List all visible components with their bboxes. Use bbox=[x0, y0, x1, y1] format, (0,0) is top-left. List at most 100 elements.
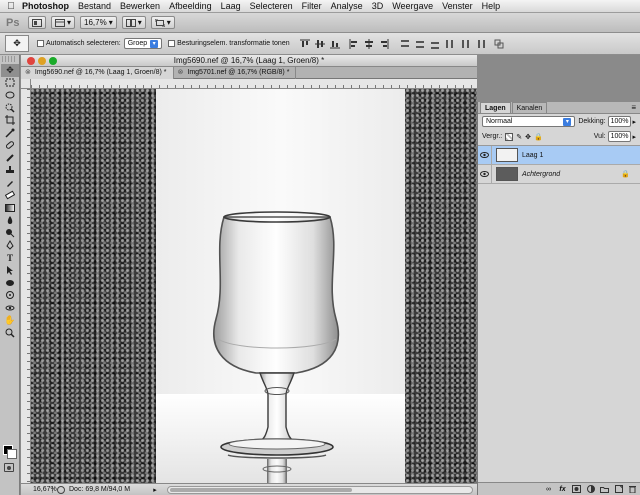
blend-mode-select[interactable]: Normaal ▾ bbox=[482, 116, 576, 127]
fill-slider-arrow-icon[interactable]: ▸ bbox=[632, 133, 636, 141]
auto-align-icon[interactable] bbox=[493, 38, 505, 50]
transform-controls-checkbox[interactable] bbox=[168, 40, 176, 47]
pen-tool-icon[interactable] bbox=[1, 239, 19, 252]
crop-tool-icon[interactable] bbox=[1, 114, 19, 127]
layer-row-laag-1[interactable]: Laag 1 bbox=[478, 145, 640, 165]
layer-name[interactable]: Achtergrond bbox=[522, 171, 560, 178]
menu-bestand[interactable]: Bestand bbox=[78, 1, 111, 11]
view-extras-button[interactable]: ▾ bbox=[51, 16, 76, 29]
new-group-icon[interactable] bbox=[600, 485, 609, 494]
layer-row-achtergrond[interactable]: Achtergrond 🔒 bbox=[478, 164, 640, 184]
distribute-hcenter-icon[interactable] bbox=[459, 38, 471, 50]
status-zoom-field[interactable]: 16,67% bbox=[21, 486, 57, 493]
minimize-window-icon[interactable] bbox=[38, 57, 46, 65]
zoom-window-icon[interactable] bbox=[49, 57, 57, 65]
distribute-right-icon[interactable] bbox=[474, 38, 486, 50]
history-brush-tool-icon[interactable] bbox=[1, 177, 19, 190]
horizontal-scrollbar[interactable] bbox=[167, 485, 473, 494]
menu-bewerken[interactable]: Bewerken bbox=[120, 1, 160, 11]
align-left-icon[interactable] bbox=[348, 38, 360, 50]
path-selection-tool-icon[interactable] bbox=[1, 264, 19, 277]
menu-app[interactable]: Photoshop bbox=[22, 1, 69, 11]
distribute-top-icon[interactable] bbox=[399, 38, 411, 50]
distribute-vcenter-icon[interactable] bbox=[414, 38, 426, 50]
3d-rotate-tool-icon[interactable] bbox=[1, 289, 19, 302]
layer-mask-icon[interactable] bbox=[572, 485, 581, 494]
menu-analyse[interactable]: Analyse bbox=[331, 1, 363, 11]
apple-icon[interactable]:  bbox=[0, 1, 22, 12]
menu-venster[interactable]: Venster bbox=[442, 1, 473, 11]
zoom-tool-icon[interactable] bbox=[1, 327, 19, 340]
scrollbar-thumb[interactable] bbox=[170, 487, 353, 492]
brush-tool-icon[interactable] bbox=[1, 152, 19, 165]
menu-afbeelding[interactable]: Afbeelding bbox=[169, 1, 212, 11]
adjustment-layer-icon[interactable] bbox=[586, 485, 595, 494]
auto-select-dropdown[interactable]: Groep ▾ bbox=[123, 38, 163, 49]
quick-mask-icon[interactable] bbox=[4, 463, 14, 472]
layer-style-icon[interactable]: fx bbox=[558, 485, 567, 494]
tab-kanalen[interactable]: Kanalen bbox=[511, 102, 548, 113]
eraser-tool-icon[interactable] bbox=[1, 189, 19, 202]
lock-all-icon[interactable]: 🔒 bbox=[534, 133, 543, 141]
menu-selecteren[interactable]: Selecteren bbox=[250, 1, 293, 11]
shape-tool-icon[interactable] bbox=[1, 277, 19, 290]
vertical-ruler[interactable] bbox=[21, 89, 31, 483]
image-canvas[interactable] bbox=[31, 89, 477, 483]
visibility-eye-icon[interactable] bbox=[478, 164, 492, 184]
align-top-icon[interactable] bbox=[299, 38, 311, 50]
fill-input[interactable]: 100% bbox=[607, 131, 632, 142]
background-color-swatch[interactable] bbox=[7, 449, 17, 459]
opacity-input[interactable]: 100% bbox=[607, 116, 632, 127]
eyedropper-tool-icon[interactable] bbox=[1, 127, 19, 140]
tab-img5690[interactable]: ⊗ Img5690.nef @ 16,7% (Laag 1, Groen/8) … bbox=[21, 67, 174, 79]
clone-stamp-tool-icon[interactable] bbox=[1, 164, 19, 177]
dodge-tool-icon[interactable] bbox=[1, 227, 19, 240]
blur-tool-icon[interactable] bbox=[1, 214, 19, 227]
align-hcenter-icon[interactable] bbox=[363, 38, 375, 50]
distribute-left-icon[interactable] bbox=[444, 38, 456, 50]
link-layers-icon[interactable]: ∞ bbox=[544, 485, 553, 494]
marquee-tool-icon[interactable] bbox=[1, 77, 19, 90]
close-tab-icon[interactable]: ⊗ bbox=[25, 67, 31, 79]
gradient-tool-icon[interactable] bbox=[1, 202, 19, 215]
menu-3d[interactable]: 3D bbox=[372, 1, 384, 11]
tab-img5701[interactable]: ⊗ Img5701.nef @ 16,7% (RGB/8) * bbox=[174, 67, 297, 79]
bridge-button[interactable] bbox=[28, 16, 46, 29]
healing-brush-tool-icon[interactable] bbox=[1, 139, 19, 152]
status-info-icon[interactable] bbox=[56, 485, 66, 494]
hand-tool-icon[interactable]: ✋ bbox=[1, 314, 19, 327]
menu-laag[interactable]: Laag bbox=[221, 1, 241, 11]
screen-mode-button[interactable]: ▾ bbox=[150, 16, 175, 29]
align-bottom-icon[interactable] bbox=[329, 38, 341, 50]
menu-filter[interactable]: Filter bbox=[302, 1, 322, 11]
type-tool-icon[interactable]: T bbox=[1, 252, 19, 265]
panel-menu-icon[interactable]: ≡ bbox=[631, 102, 636, 113]
arrange-documents-button[interactable]: ▾ bbox=[121, 16, 146, 29]
tool-preset-picker[interactable]: ✥ bbox=[5, 35, 29, 52]
zoom-level-select[interactable]: 16,7% ▾ bbox=[80, 16, 117, 29]
tools-grip[interactable] bbox=[2, 56, 17, 62]
move-tool-icon[interactable]: ✥ bbox=[1, 64, 19, 77]
new-layer-icon[interactable] bbox=[614, 485, 623, 494]
visibility-eye-icon[interactable] bbox=[478, 145, 492, 165]
menu-weergave[interactable]: Weergave bbox=[392, 1, 433, 11]
close-tab-icon[interactable]: ⊗ bbox=[178, 67, 184, 79]
lock-position-icon[interactable]: ✥ bbox=[525, 133, 531, 141]
distribute-bottom-icon[interactable] bbox=[429, 38, 441, 50]
ruler-corner[interactable] bbox=[21, 79, 31, 89]
3d-orbit-tool-icon[interactable] bbox=[1, 302, 19, 315]
status-menu-arrow-icon[interactable]: ▸ bbox=[150, 485, 160, 494]
tab-lagen[interactable]: Lagen bbox=[480, 102, 511, 113]
lock-transparency-icon[interactable] bbox=[505, 132, 514, 141]
close-window-icon[interactable] bbox=[27, 57, 35, 65]
lasso-tool-icon[interactable] bbox=[1, 89, 19, 102]
opacity-slider-arrow-icon[interactable]: ▸ bbox=[632, 118, 636, 126]
auto-select-checkbox[interactable] bbox=[37, 40, 44, 47]
delete-layer-icon[interactable] bbox=[628, 485, 637, 494]
quick-select-tool-icon[interactable] bbox=[1, 102, 19, 115]
layer-name[interactable]: Laag 1 bbox=[522, 152, 543, 159]
align-vcenter-icon[interactable] bbox=[314, 38, 326, 50]
menu-help[interactable]: Help bbox=[482, 1, 501, 11]
horizontal-ruler[interactable] bbox=[31, 79, 477, 89]
lock-pixels-icon[interactable]: ✎ bbox=[516, 133, 522, 141]
